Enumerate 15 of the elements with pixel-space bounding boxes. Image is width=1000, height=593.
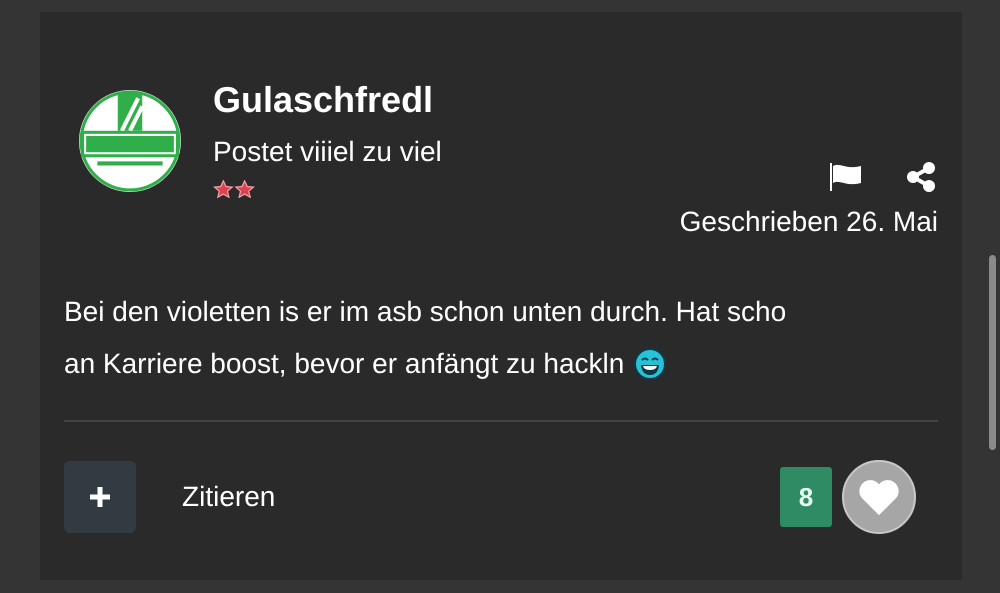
like-count: 8 [780, 467, 832, 527]
heart-icon [857, 477, 901, 517]
rank-stars-icon [213, 180, 255, 198]
post-date: Geschrieben 26. Mai [680, 205, 938, 239]
add-button[interactable] [64, 461, 136, 533]
post-text: Bei den violetten is er im asb schon unten durch. Hat scho [64, 295, 786, 329]
flag-icon[interactable] [830, 163, 862, 191]
quote-button[interactable]: Zitieren [182, 476, 276, 518]
share-icon[interactable] [906, 162, 936, 192]
author-name[interactable]: Gulaschfredl [213, 78, 442, 122]
grinning-emoji-icon [634, 348, 666, 380]
post-text: an Karriere boost, bevor er anfängt zu hackln [64, 347, 624, 381]
user-rank: Postet viiiel zu viel [213, 135, 442, 169]
plus-icon [88, 485, 112, 509]
scrollbar-thumb[interactable] [988, 255, 996, 450]
